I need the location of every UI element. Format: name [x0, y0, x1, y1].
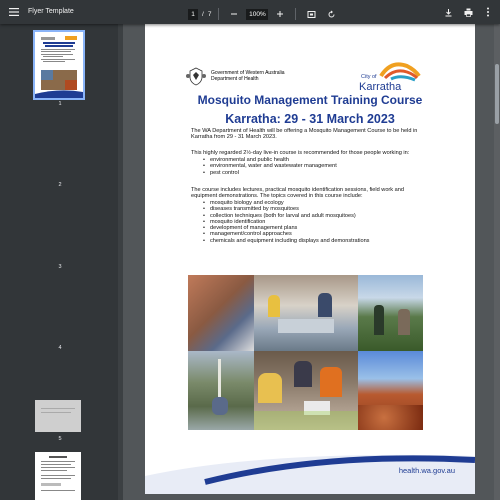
city-name-text: Karratha [359, 81, 402, 93]
menu-icon[interactable] [6, 4, 22, 20]
thumbnail-sidebar: 1 2 3 4 5 [0, 24, 120, 500]
main-scrollbar[interactable] [494, 24, 500, 500]
pdf-page: Government of Western Australia Departme… [145, 24, 475, 494]
photo-lab-hands [188, 275, 254, 351]
page-thumbnail[interactable] [35, 400, 81, 432]
list-item: pest control [203, 170, 431, 176]
flyer-title: Mosquito Management Training Course [197, 93, 423, 107]
page-thumbnail[interactable] [33, 30, 85, 100]
rotate-icon[interactable] [323, 6, 339, 22]
divider [295, 8, 297, 20]
page-number-input[interactable] [188, 8, 198, 20]
city-logo: City of Karratha [357, 58, 427, 94]
page-separator: / [202, 10, 204, 18]
more-icon[interactable] [480, 4, 496, 20]
crest-icon [186, 67, 206, 86]
print-icon[interactable] [460, 4, 476, 20]
thumbnail-label: 2 [58, 182, 62, 188]
recommended-paragraph: This highly regarded 2½-day live-in cour… [191, 150, 410, 156]
government-logo: Government of Western Australia Departme… [185, 66, 285, 86]
page-total: 7 [207, 10, 212, 18]
photo-classroom [254, 275, 358, 351]
divider [218, 8, 220, 20]
gov-line2: Department of Health [211, 76, 259, 82]
scrollbar-thumb[interactable] [495, 64, 499, 124]
pdf-toolbar: Flyer Template / 7 [0, 0, 500, 24]
flyer-subtitle: Karratha: 29 - 31 March 2023 [225, 112, 395, 126]
thumbnail-label: 3 [58, 264, 62, 270]
thumbnail-label: 1 [58, 101, 62, 107]
audience-list: environmental and public health environm… [191, 157, 431, 176]
thumbnail-label: 4 [58, 345, 62, 351]
footer-url[interactable]: health.wa.gov.au [399, 466, 455, 475]
topics-list: mosquito biology and ecology diseases tr… [191, 200, 431, 244]
list-item: chemicals and equipment including displa… [203, 238, 431, 244]
fit-page-icon[interactable] [303, 6, 319, 22]
intro-paragraph: The WA Department of Health will be offe… [191, 128, 418, 141]
right-tools [440, 4, 496, 20]
zoom-out-icon[interactable] [226, 6, 242, 22]
photo-field-lake [358, 275, 423, 351]
includes-paragraph: The course includes lectures, practical … [191, 187, 404, 200]
photo-swamp [188, 351, 254, 430]
photo-red-dirt [358, 351, 423, 430]
photo-microscopes [254, 351, 358, 430]
city-small-text: City of [361, 74, 377, 80]
photo-collage [188, 275, 423, 430]
sidebar-scrollbar[interactable] [118, 24, 123, 500]
thumbnail-label: 5 [58, 436, 62, 442]
page-thumbnail[interactable] [35, 452, 81, 500]
download-icon[interactable] [440, 4, 456, 20]
page-navigation: / 7 [188, 6, 339, 22]
document-title: Flyer Template [28, 8, 74, 15]
zoom-input[interactable] [246, 8, 269, 20]
zoom-in-icon[interactable] [272, 6, 288, 22]
